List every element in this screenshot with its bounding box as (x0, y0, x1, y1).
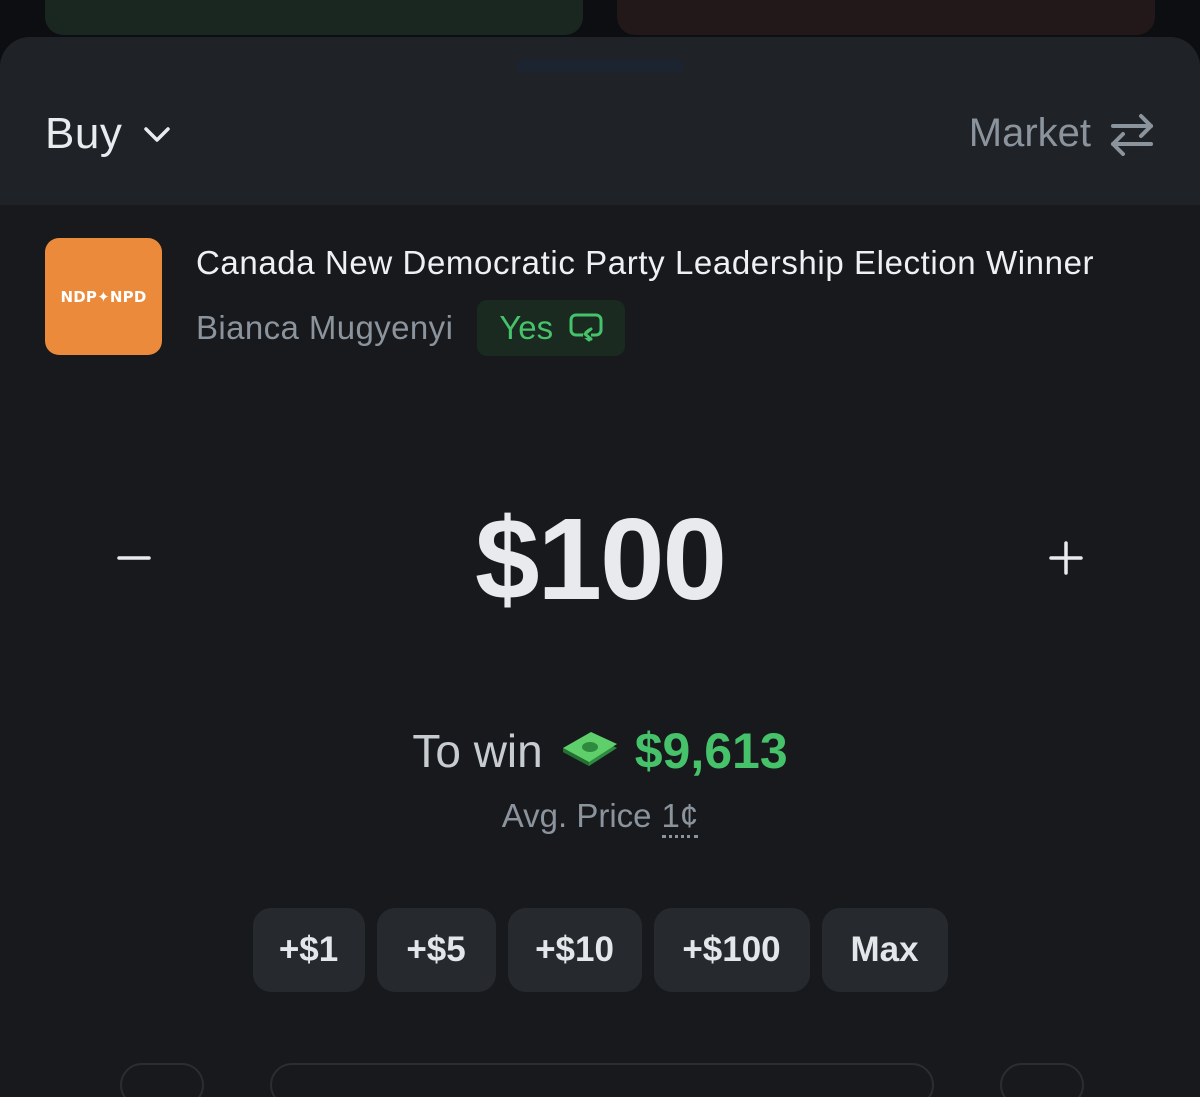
avg-price-row: Avg. Price 1¢ (0, 797, 1200, 838)
increase-amount-button[interactable] (1031, 523, 1101, 593)
max-button[interactable]: Max (821, 908, 948, 992)
order-type-toggle[interactable]: Market (969, 111, 1155, 156)
avg-price-value[interactable]: 1¢ (661, 797, 699, 838)
add-100-button[interactable]: +$100 (653, 908, 810, 992)
decrease-amount-button[interactable] (99, 523, 169, 593)
to-win-label: To win (412, 725, 543, 777)
market-info: NDP✦NPD Canada New Democratic Party Lead… (45, 238, 1155, 356)
bottom-button-left[interactable] (120, 1063, 204, 1097)
quick-add-buttons: +$1 +$5 +$10 +$100 Max (0, 908, 1200, 992)
add-1-button[interactable]: +$1 (252, 908, 365, 992)
mode-label: Buy (45, 109, 123, 158)
market-title: Canada New Democratic Party Leadership E… (196, 244, 1095, 281)
order-sheet: Buy Market NDP✦NPD Canada New Democratic… (0, 37, 1200, 1097)
swap-arrows-icon (1111, 113, 1153, 156)
order-header: Buy Market (0, 37, 1200, 205)
switch-icon (569, 313, 603, 342)
outcome-name: Bianca Mugyenyi (196, 309, 454, 346)
mode-dropdown[interactable]: Buy (45, 109, 172, 159)
bottom-button-center[interactable] (270, 1063, 934, 1097)
to-win-value: $9,613 (634, 723, 788, 779)
avg-price-label: Avg. Price (501, 797, 652, 834)
order-type-label: Market (968, 111, 1091, 155)
to-win-row: To win $9,613 (0, 722, 1200, 780)
chevron-down-icon (144, 127, 171, 142)
drag-handle[interactable] (516, 59, 684, 73)
background-card-yes (45, 0, 583, 35)
amount-display[interactable]: $100 (300, 492, 900, 626)
market-logo: NDP✦NPD (45, 238, 162, 355)
background-card-no (617, 0, 1155, 35)
bottom-button-right[interactable] (1000, 1063, 1084, 1097)
add-10-button[interactable]: +$10 (507, 908, 642, 992)
side-label: Yes (499, 309, 554, 346)
add-5-button[interactable]: +$5 (376, 908, 496, 992)
plus-icon (1049, 541, 1083, 575)
logo-text: NDP✦NPD (60, 287, 147, 306)
outcome-row: Bianca Mugyenyi Yes (196, 300, 626, 356)
side-toggle-button[interactable]: Yes (477, 300, 626, 356)
bottom-controls-partial (0, 1063, 1200, 1097)
money-icon (562, 732, 617, 766)
minus-icon (117, 556, 151, 560)
